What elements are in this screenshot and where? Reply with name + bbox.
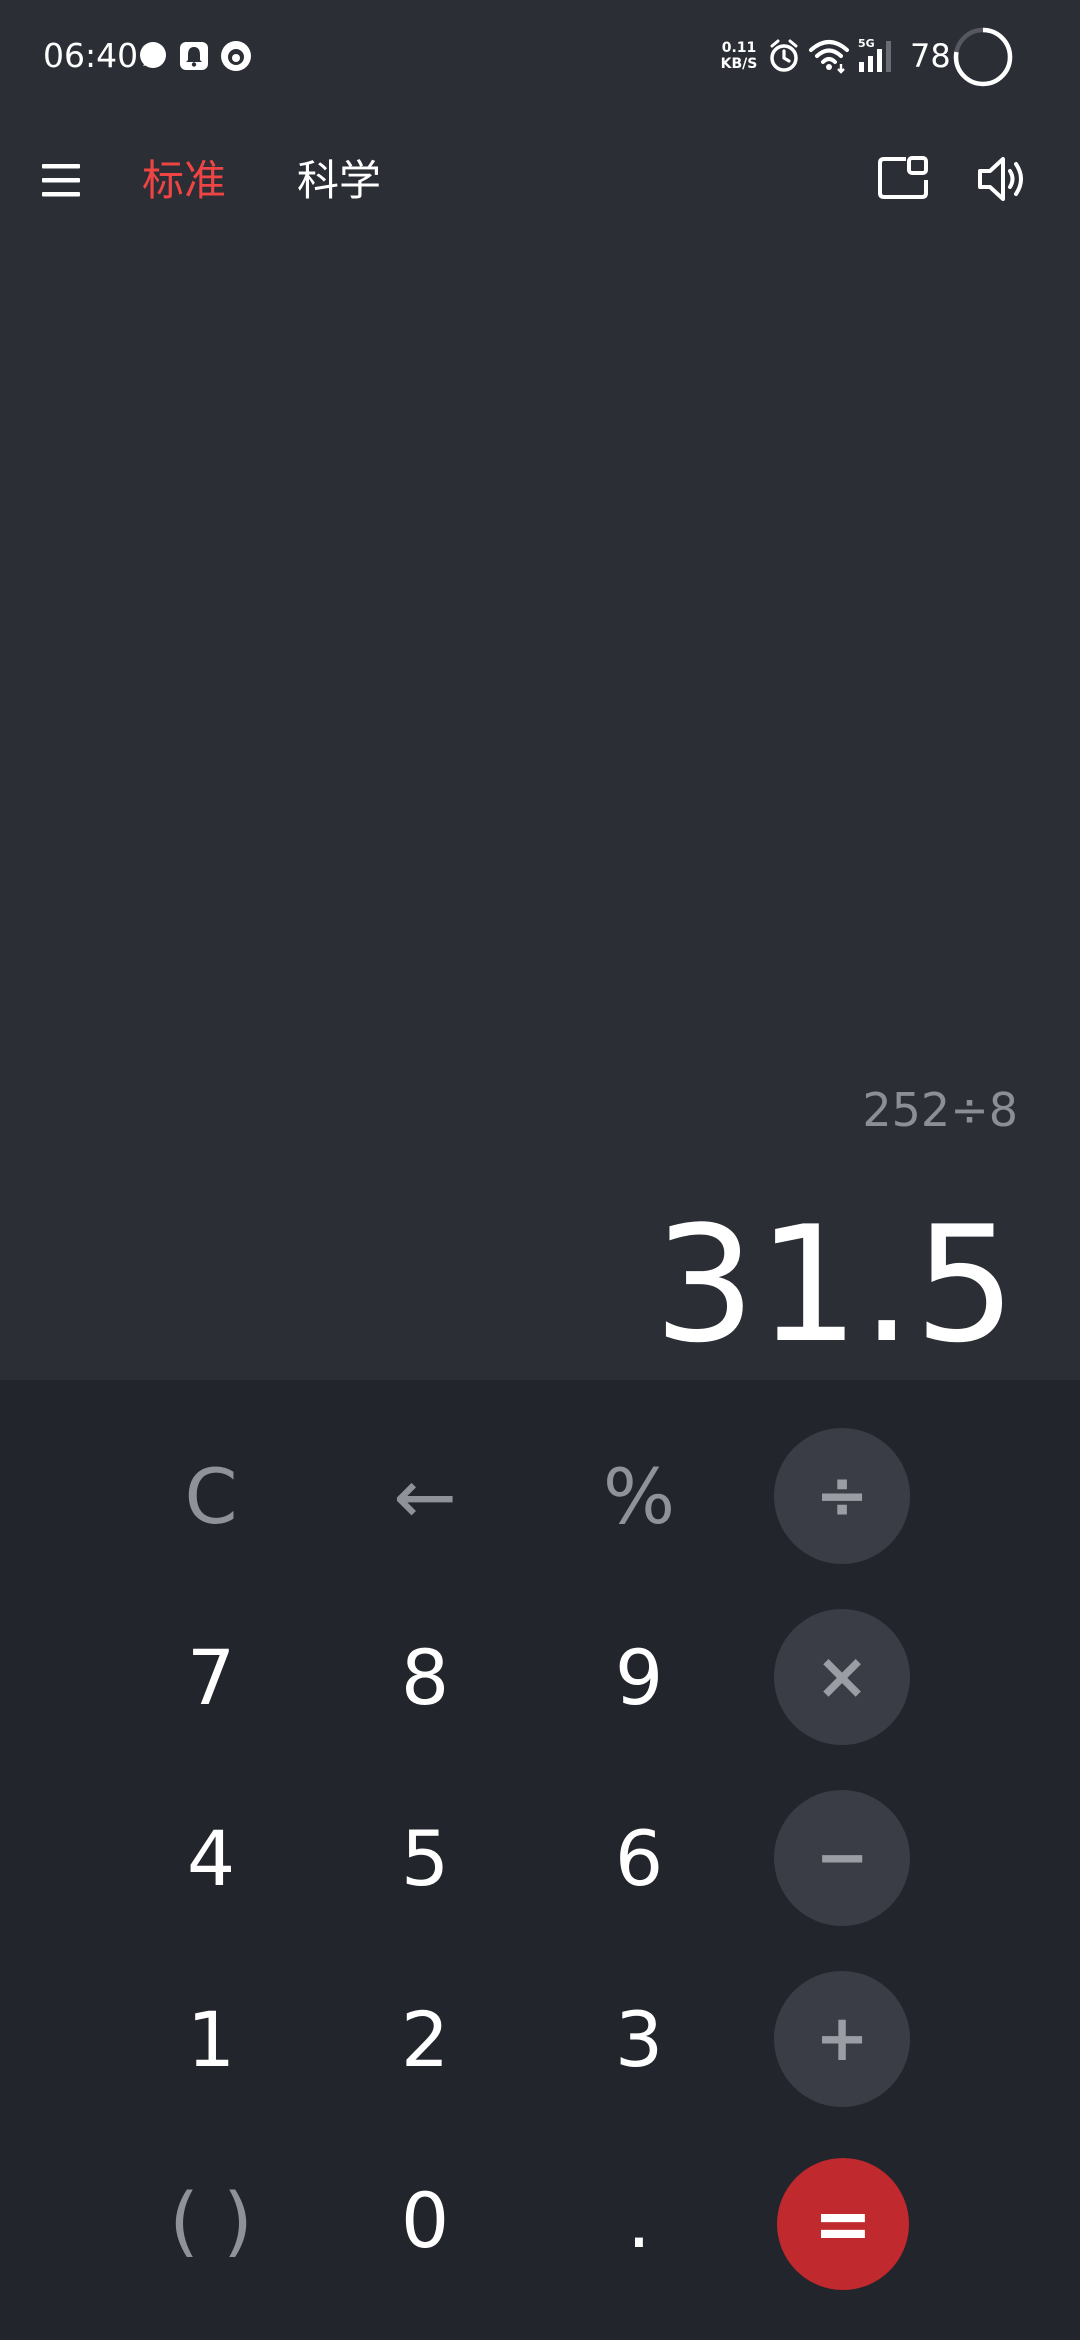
digit-9-button[interactable]: 9	[571, 1609, 707, 1745]
chat-bubble-icon	[140, 42, 166, 68]
speaker-icon[interactable]	[976, 154, 1030, 204]
digit-8-button[interactable]: 8	[357, 1609, 493, 1745]
add-button[interactable]: +	[774, 1971, 910, 2107]
tab-science[interactable]: 科学	[297, 150, 381, 212]
mini-window-icon[interactable]	[876, 154, 930, 202]
subtract-button[interactable]: −	[774, 1790, 910, 1926]
digit-2-button[interactable]: 2	[357, 1971, 493, 2107]
keypad: C ← % ÷ 7 8 9 × 4 5 6 − 1 2 3 + ( ) 0 . …	[0, 1380, 1080, 2340]
divide-button[interactable]: ÷	[774, 1428, 910, 1564]
parentheses-button[interactable]: ( )	[143, 2152, 279, 2288]
net-speed-unit: KB/S	[720, 56, 758, 72]
backspace-button[interactable]: ←	[357, 1428, 493, 1564]
status-bar: 06:40 0.11 KB/S 5G 78	[0, 0, 1080, 116]
percent-button[interactable]: %	[571, 1428, 707, 1564]
signal-icon: 5G	[858, 37, 891, 72]
digit-5-button[interactable]: 5	[357, 1790, 493, 1926]
app-icon	[221, 41, 251, 71]
battery-level: 78	[910, 37, 951, 75]
menu-icon[interactable]	[40, 158, 84, 204]
digit-4-button[interactable]: 4	[143, 1790, 279, 1926]
tab-standard[interactable]: 标准	[142, 150, 226, 212]
expression-display: 252÷8	[862, 1083, 1018, 1137]
network-type-label: 5G	[858, 37, 875, 50]
digit-3-button[interactable]: 3	[571, 1971, 707, 2107]
digit-6-button[interactable]: 6	[571, 1790, 707, 1926]
decimal-point-button[interactable]: .	[571, 2152, 707, 2288]
net-speed-value: 0.11	[721, 40, 757, 56]
status-time: 06:40	[43, 36, 139, 75]
net-speed: 0.11 KB/S	[718, 40, 760, 72]
bell-icon	[180, 42, 208, 70]
clear-button[interactable]: C	[143, 1428, 279, 1564]
multiply-button[interactable]: ×	[774, 1609, 910, 1745]
battery-icon	[953, 27, 1013, 87]
digit-1-button[interactable]: 1	[143, 1971, 279, 2107]
result-display: 31.5	[653, 1191, 1018, 1378]
wifi-icon	[809, 40, 849, 74]
digit-0-button[interactable]: 0	[357, 2152, 493, 2288]
digit-7-button[interactable]: 7	[143, 1609, 279, 1745]
equals-button[interactable]: =	[777, 2158, 909, 2290]
alarm-icon	[770, 39, 798, 72]
